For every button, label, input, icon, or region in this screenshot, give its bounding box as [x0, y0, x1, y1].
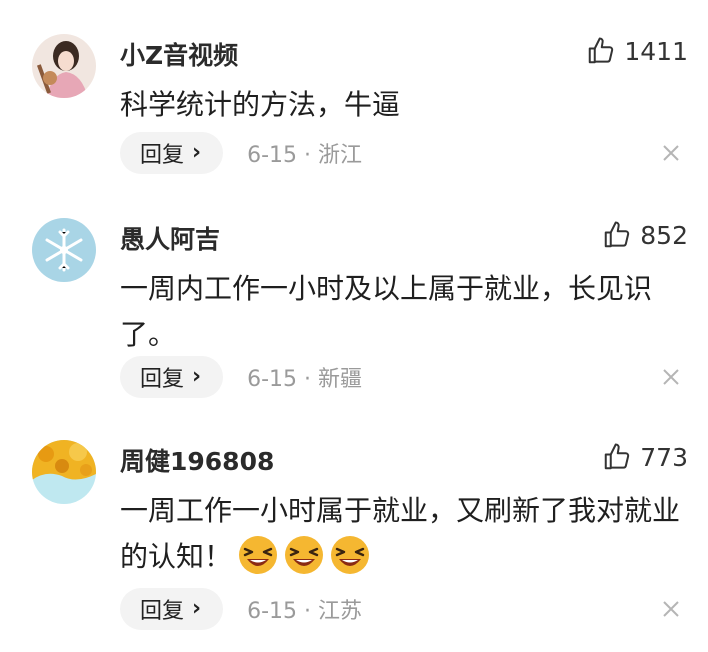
- reply-label: 回复: [140, 143, 185, 168]
- date-location: 6-15 · 江苏: [247, 593, 362, 625]
- reply-button[interactable]: 回复 ›: [120, 588, 224, 630]
- comment-date: 6-15: [247, 143, 298, 168]
- comment-location: 新疆: [318, 367, 363, 392]
- like-count: 773: [640, 442, 688, 472]
- comment-date: 6-15: [247, 367, 298, 392]
- chevron-right-icon: ›: [192, 364, 202, 389]
- close-icon[interactable]: [660, 598, 682, 620]
- comment-meta: 回复 › 6-15 · 新疆: [120, 356, 362, 398]
- reply-button[interactable]: 回复 ›: [120, 132, 224, 174]
- comment-text: 科学统计的方法，牛逼: [120, 88, 401, 121]
- comment-meta: 回复 › 6-15 · 江苏: [120, 588, 362, 630]
- separator: ·: [304, 599, 312, 624]
- comment-location: 浙江: [318, 143, 363, 168]
- date-location: 6-15 · 新疆: [247, 361, 362, 393]
- close-icon[interactable]: [660, 142, 682, 164]
- chevron-right-icon: ›: [192, 596, 202, 621]
- reply-label: 回复: [140, 599, 185, 624]
- comment-item: 愚人阿吉 852 一周内工作一小时及以上属于就业，长见识了。 回复 › 6-15…: [0, 218, 708, 408]
- laughing-face-icon: [238, 535, 278, 575]
- laughing-face-icon: [330, 535, 370, 575]
- chevron-right-icon: ›: [192, 140, 202, 165]
- username[interactable]: 愚人阿吉: [120, 220, 220, 256]
- username[interactable]: 周健196808: [120, 442, 274, 478]
- close-icon[interactable]: [660, 366, 682, 388]
- like-count: 1411: [624, 36, 688, 66]
- like-count: 852: [640, 220, 688, 250]
- comment-item: 周健196808 773 一周工作一小时属于就业，又刷新了我对就业的认知！ 回复…: [0, 440, 708, 640]
- comment-date: 6-15: [247, 599, 298, 624]
- avatar[interactable]: [32, 440, 96, 504]
- comment-text: 一周内工作一小时及以上属于就业，长见识了。: [120, 272, 653, 351]
- like-button[interactable]: 773: [602, 442, 688, 472]
- comment-text: 一周工作一小时属于就业，又刷新了我对就业的认知！: [120, 488, 680, 580]
- reply-button[interactable]: 回复 ›: [120, 356, 224, 398]
- comment-meta: 回复 › 6-15 · 浙江: [120, 132, 362, 174]
- thumbs-up-icon[interactable]: [602, 442, 632, 472]
- like-button[interactable]: 852: [602, 220, 688, 250]
- thumbs-up-icon[interactable]: [602, 220, 632, 250]
- thumbs-up-icon[interactable]: [586, 36, 616, 66]
- avatar[interactable]: [32, 218, 96, 282]
- comment-item: 小Z音视频 1411 科学统计的方法，牛逼 回复 › 6-15 · 浙江: [0, 34, 708, 184]
- separator: ·: [304, 143, 312, 168]
- comment-text-content: 一周工作一小时属于就业，又刷新了我对就业的认知！: [120, 494, 681, 573]
- laughing-face-icon: [284, 535, 324, 575]
- date-location: 6-15 · 浙江: [247, 137, 362, 169]
- username[interactable]: 小Z音视频: [120, 36, 238, 72]
- avatar[interactable]: [32, 34, 96, 98]
- like-button[interactable]: 1411: [586, 36, 688, 66]
- separator: ·: [304, 367, 312, 392]
- comment-location: 江苏: [318, 599, 363, 624]
- reply-label: 回复: [140, 367, 185, 392]
